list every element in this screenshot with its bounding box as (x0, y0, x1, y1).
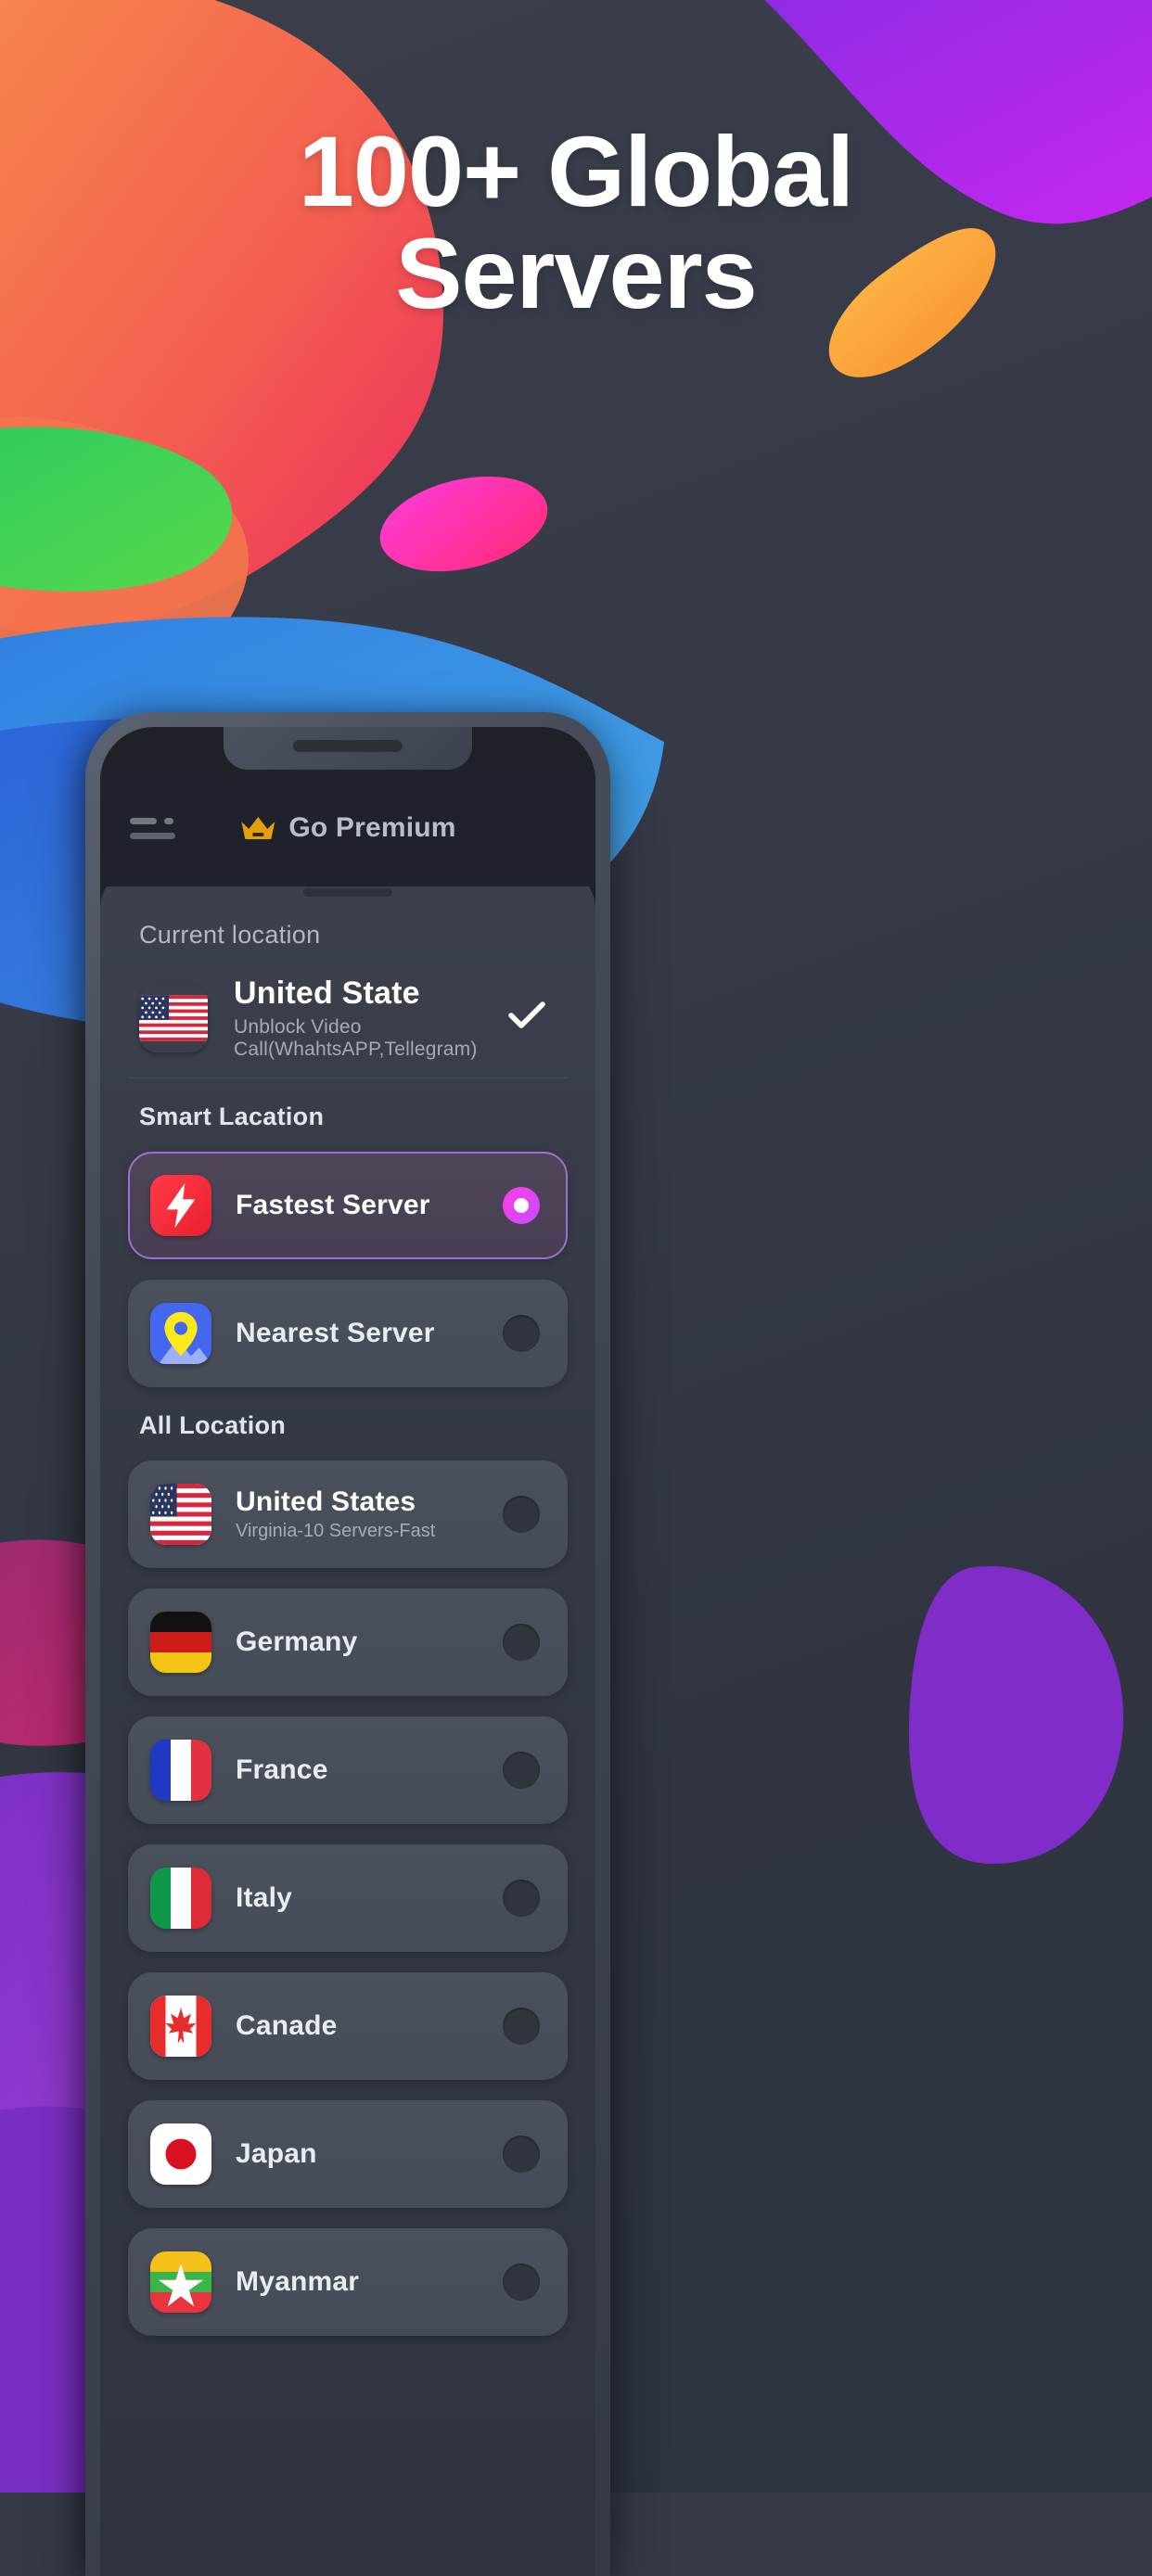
location-row-texts: Germany (236, 1626, 503, 1658)
radio-unselected-germany[interactable] (503, 1624, 540, 1661)
server-list-sheet: Current location United State Unblock Vi… (100, 868, 595, 2576)
radio-unselected-japan[interactable] (503, 2136, 540, 2173)
location-row-label: United States (236, 1486, 416, 1517)
phone-screen: Go Premium Current location United State… (100, 727, 595, 2576)
us-flag-icon (150, 1484, 211, 1545)
location-row-texts: Canade (236, 2010, 503, 2042)
location-row-label: Canade (236, 2010, 338, 2041)
current-location-texts: United State Unblock Video Call(WhahtsAP… (234, 976, 506, 1061)
server-row-fastest[interactable]: Fastest Server (128, 1152, 568, 1259)
crown-icon (239, 813, 276, 843)
location-row-label: Myanmar (236, 2266, 360, 2297)
check-icon (506, 999, 547, 1039)
location-row-label: Italy (236, 1882, 293, 1913)
radio-unselected-myanmar[interactable] (503, 2264, 540, 2301)
mm-flag-icon (150, 2251, 211, 2313)
lightning-bolt-icon (150, 1175, 211, 1236)
ca-flag-icon (150, 1996, 211, 2057)
location-row-label: France (236, 1754, 328, 1785)
server-row-nearest-label: Nearest Server (236, 1318, 435, 1348)
sheet-grabber[interactable] (303, 888, 392, 897)
radio-unselected-france[interactable] (503, 1752, 540, 1789)
location-row-label: Japan (236, 2138, 317, 2169)
location-row-subtitle: Virginia-10 Servers-Fast (236, 1521, 436, 1541)
server-row-fastest-texts: Fastest Server (236, 1190, 503, 1221)
headline-line-1: 100+ Global (298, 115, 854, 227)
menu-bar-1 (130, 817, 157, 824)
location-row-texts: Japan (236, 2138, 503, 2170)
current-location-name: United State (234, 976, 420, 1011)
location-row-texts: Myanmar (236, 2266, 503, 2298)
phone-bottom-fade (100, 2572, 595, 2576)
location-row-label: Germany (236, 1626, 358, 1657)
radio-unselected-nearest[interactable] (503, 1315, 540, 1352)
radio-selected-fastest[interactable] (503, 1187, 540, 1224)
app-bar: Go Premium (100, 770, 595, 886)
radio-unselected-united-states[interactable] (503, 1496, 540, 1533)
server-row-nearest[interactable]: Nearest Server (128, 1280, 568, 1387)
menu-bar-2 (164, 817, 173, 824)
jp-flag-icon (150, 2123, 211, 2185)
location-row-italy[interactable]: Italy (128, 1844, 568, 1952)
notch-speaker (293, 740, 403, 752)
phone-mockup: Go Premium Current location United State… (85, 712, 610, 2576)
radio-unselected-italy[interactable] (503, 1880, 540, 1917)
fr-flag-icon (150, 1740, 211, 1801)
us-flag-icon (139, 984, 208, 1052)
location-row-france[interactable]: France (128, 1716, 568, 1824)
headline-line-2: Servers (395, 217, 757, 330)
go-premium-button[interactable]: Go Premium (239, 812, 455, 844)
location-row-myanmar[interactable]: Myanmar (128, 2228, 568, 2336)
radio-unselected-canada[interactable] (503, 2008, 540, 2045)
location-row-texts: France (236, 1754, 503, 1786)
current-location-subtitle: Unblock Video Call(WhahtsAPP,Tellegram) (234, 1016, 478, 1060)
go-premium-label: Go Premium (288, 812, 456, 843)
location-row-canada[interactable]: Canade (128, 1972, 568, 2080)
de-flag-icon (150, 1612, 211, 1673)
menu-bar-3 (130, 832, 175, 839)
location-row-germany[interactable]: Germany (128, 1588, 568, 1696)
location-row-japan[interactable]: Japan (128, 2100, 568, 2208)
hamburger-menu-icon[interactable] (130, 817, 182, 839)
location-row-united-states[interactable]: United States Virginia-10 Servers-Fast (128, 1460, 568, 1568)
map-pin-icon (150, 1303, 211, 1364)
all-location-section-label: All Location (139, 1411, 287, 1439)
server-row-fastest-label: Fastest Server (236, 1190, 430, 1220)
location-row-texts: United States Virginia-10 Servers-Fast (236, 1486, 503, 1542)
phone-notch (224, 727, 472, 770)
location-row-texts: Italy (236, 1882, 503, 1914)
it-flag-icon (150, 1868, 211, 1929)
page-title: 100+ Global Servers (0, 120, 1152, 330)
smart-location-section-label: Smart Lacation (139, 1103, 325, 1130)
server-row-nearest-texts: Nearest Server (236, 1318, 503, 1349)
current-location-row[interactable]: United State Unblock Video Call(WhahtsAP… (128, 963, 568, 1078)
current-location-section-label: Current location (139, 921, 321, 949)
